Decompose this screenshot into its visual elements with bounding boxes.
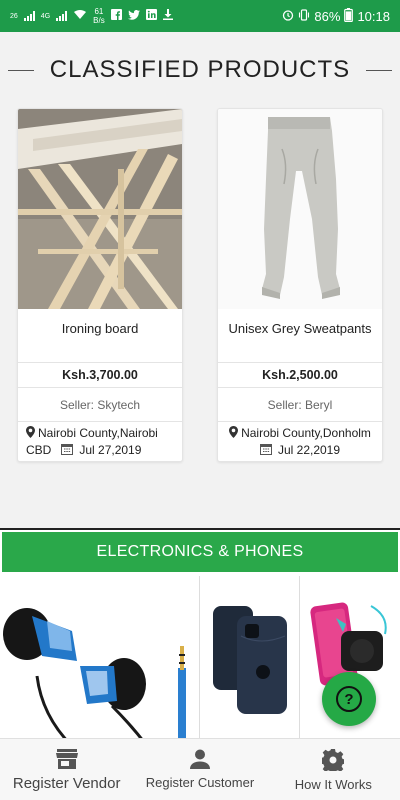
download-icon xyxy=(162,9,173,23)
product-card[interactable]: Unisex Grey Sweatpants Ksh.2,500.00 Sell… xyxy=(217,108,383,462)
vibrate-icon xyxy=(298,8,310,24)
gear-icon xyxy=(322,749,345,771)
nav-how-it-works[interactable]: How It Works xyxy=(267,739,400,800)
product-name[interactable]: Ironing board xyxy=(18,321,182,336)
linkedin-icon xyxy=(145,9,157,23)
bottom-navigation: Register Vendor Register Customer How It… xyxy=(0,738,400,800)
twitter-icon xyxy=(127,9,140,23)
network-label: 26 xyxy=(10,12,18,20)
battery-percent: 86% xyxy=(314,8,341,24)
nav-label: Register Customer xyxy=(145,775,255,790)
section-header: CLASSIFIED PRODUCTS xyxy=(0,52,400,88)
category-item-phone-case[interactable] xyxy=(201,576,300,746)
product-name[interactable]: Unisex Grey Sweatpants xyxy=(218,321,382,336)
category-banner[interactable]: ELECTRONICS & PHONES xyxy=(2,532,398,572)
product-meta: Nairobi County,Nairobi CBD Jul 27,2019 xyxy=(26,425,176,459)
network-type-label: 4G xyxy=(40,12,51,20)
product-price: Ksh.2,500.00 xyxy=(218,362,382,388)
section-title: CLASSIFIED PRODUCTS xyxy=(49,56,351,83)
product-location: Nairobi County,Donholm xyxy=(241,426,371,440)
nav-label: Register Vendor xyxy=(12,775,121,792)
net-speed: 61 B/s xyxy=(93,7,105,25)
facebook-icon xyxy=(110,9,122,23)
person-icon xyxy=(189,749,210,769)
product-price: Ksh.3,700.00 xyxy=(18,362,182,388)
product-date: Jul 22,2019 xyxy=(277,443,341,457)
title-divider-left xyxy=(7,69,34,71)
product-seller: Seller: Beryl xyxy=(218,388,382,422)
product-seller: Seller: Skytech xyxy=(18,388,182,422)
nav-register-vendor[interactable]: Register Vendor xyxy=(0,739,133,800)
category-item-earphones[interactable] xyxy=(2,576,200,746)
location-pin-icon xyxy=(26,426,35,438)
status-left: 26 4G 61 B/s xyxy=(10,7,173,25)
product-image[interactable] xyxy=(18,109,182,309)
help-icon-glyph: ? xyxy=(344,690,354,708)
help-icon: ? xyxy=(336,686,362,712)
title-divider-right xyxy=(366,69,393,71)
product-date: Jul 27,2019 xyxy=(79,443,142,457)
net-speed-value: 61 xyxy=(94,7,104,16)
alarm-icon xyxy=(282,9,294,24)
product-image[interactable] xyxy=(218,109,382,309)
location-pin-icon xyxy=(229,426,239,438)
signal-icon xyxy=(23,11,35,21)
signal-icon-2 xyxy=(56,11,68,21)
nav-label: How It Works xyxy=(294,777,372,792)
battery-icon xyxy=(344,7,354,25)
product-meta: Nairobi County,Donholm Jul 22,2019 xyxy=(218,425,382,459)
store-icon xyxy=(55,749,78,769)
wifi-icon xyxy=(73,9,87,23)
calendar-icon xyxy=(61,444,74,455)
calendar-icon xyxy=(259,444,272,455)
product-card[interactable]: Ironing board Ksh.3,700.00 Seller: Skyte… xyxy=(17,108,183,462)
net-speed-unit: B/s xyxy=(93,16,105,25)
status-bar: 26 4G 61 B/s 86% 10:18 xyxy=(0,0,400,32)
clock: 10:18 xyxy=(357,8,390,24)
help-button[interactable]: ? xyxy=(322,672,376,726)
nav-register-customer[interactable]: Register Customer xyxy=(133,739,266,800)
status-right: 86% 10:18 xyxy=(282,7,390,25)
